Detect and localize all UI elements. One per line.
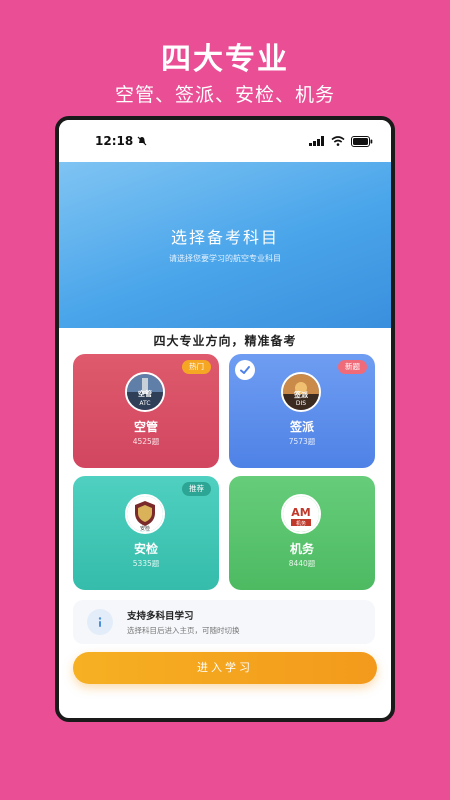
card-name: 签派 <box>289 420 314 434</box>
security-avatar: 安检 <box>125 494 165 534</box>
status-time: 12:18 <box>95 134 134 148</box>
maintenance-avatar-text: 机务 <box>296 520 306 527</box>
status-icons <box>309 135 373 147</box>
card-count: 4525题 <box>132 437 160 446</box>
status-bar: 12:18 <box>59 120 391 162</box>
subject-card-anjian[interactable]: 推荐 安检 安检 5335题 <box>73 476 219 590</box>
subject-card-kongguan[interactable]: 热门 空管 ATC 空管 4525题 <box>73 354 219 468</box>
hero-title: 选择备考科目 <box>170 228 279 247</box>
info-icon <box>87 609 113 635</box>
card-count: 5335题 <box>132 559 160 568</box>
subject-card-jiwu[interactable]: AM 机务 机务 8440题 <box>229 476 375 590</box>
info-description: 选择科目后进入主页，可随时切换 <box>127 626 240 635</box>
dis-avatar: 签派 DIS <box>281 372 321 412</box>
dis-avatar-subtext: DIS <box>296 400 306 407</box>
signal-icon <box>309 136 324 146</box>
card-count: 7573题 <box>288 437 316 446</box>
wifi-icon <box>331 136 345 146</box>
maintenance-avatar: AM 机务 <box>281 494 321 534</box>
hero-banner: 选择备考科目 请选择您要学习的航空专业科目 <box>59 162 391 328</box>
atc-avatar-subtext: ATC <box>139 400 150 407</box>
enter-study-button[interactable]: 进入学习 <box>73 652 377 684</box>
promo-subtitle: 空管、签派、安检、机务 <box>114 84 335 106</box>
hot-badge: 热门 <box>182 360 211 374</box>
promo-title: 四大专业 <box>161 42 289 77</box>
atc-avatar-text: 空管 <box>138 389 152 398</box>
maintenance-logo-text: AM <box>291 506 310 519</box>
subject-card-qianpai[interactable]: 新题 签派 DIS 签派 7573题 <box>229 354 375 468</box>
dis-avatar-text: 签派 <box>293 390 309 399</box>
security-avatar-text: 安检 <box>140 525 150 532</box>
mute-bell-icon <box>137 136 147 146</box>
phone-frame: 12:18 选择备考科目 请选择您要学习的航空专业科目 四大专业方向，精准备考 … <box>55 116 395 722</box>
info-card: 支持多科目学习 选择科目后进入主页，可随时切换 <box>73 600 375 644</box>
card-name: 安检 <box>133 542 158 556</box>
status-time-group: 12:18 <box>95 134 147 148</box>
info-title: 支持多科目学习 <box>127 611 194 622</box>
card-name: 机务 <box>289 542 314 556</box>
section-title: 四大专业方向，精准备考 <box>153 334 297 348</box>
recommend-badge: 推荐 <box>182 482 211 496</box>
card-name: 空管 <box>133 420 158 434</box>
battery-icon <box>351 135 373 147</box>
check-icon <box>235 360 255 380</box>
new-badge: 新题 <box>338 360 367 374</box>
card-count: 8440题 <box>288 559 316 568</box>
atc-avatar: 空管 ATC <box>125 372 165 412</box>
hero-subtitle: 请选择您要学习的航空专业科目 <box>169 254 281 263</box>
